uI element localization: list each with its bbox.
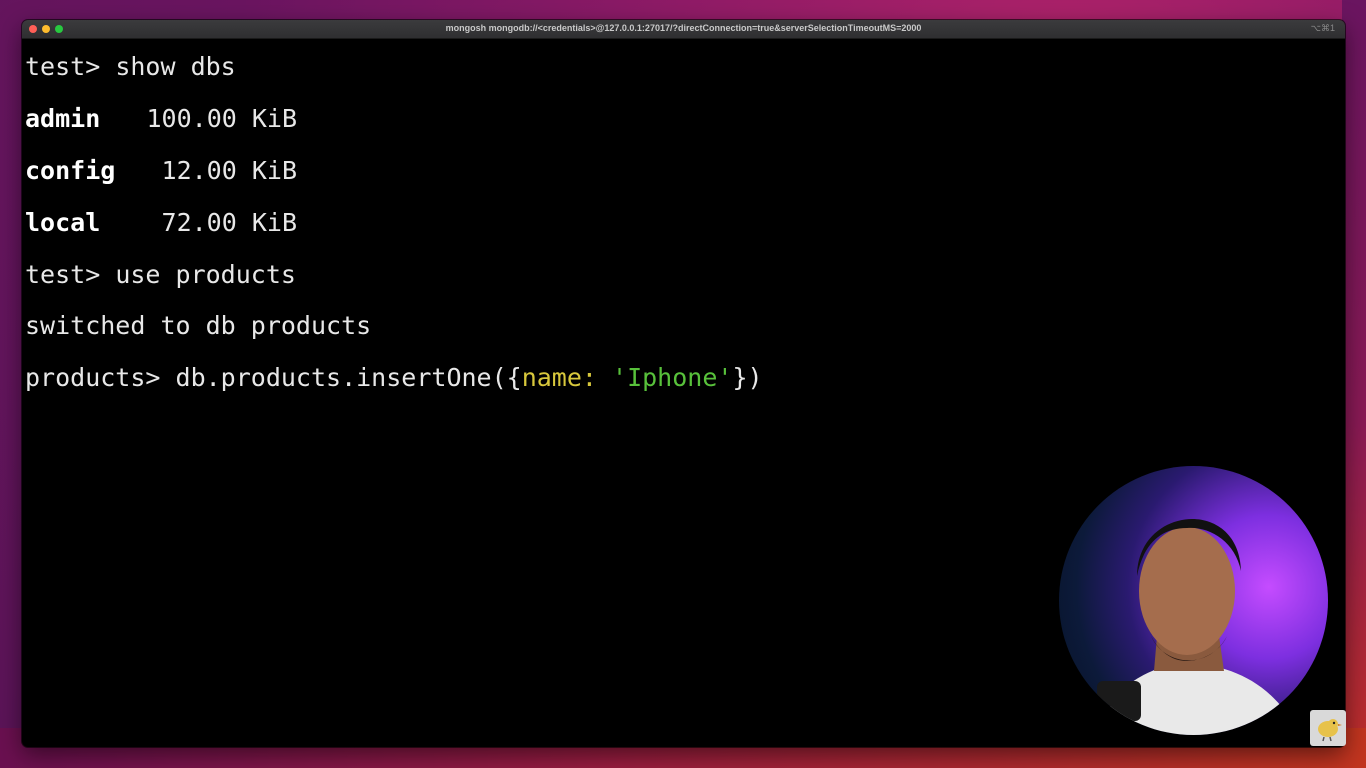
output-line: switched to db products [25,311,372,340]
db-name: config [25,156,116,185]
db-name: local [25,208,101,237]
desktop-right-edge [1342,0,1366,768]
db-row-admin: admin 100.00 KiB [25,104,297,134]
command-line: test> use products [25,260,296,290]
prompt: test> [25,52,116,81]
presenter-silhouette [1097,518,1299,735]
string-value: 'Iphone' [612,363,733,392]
db-size: 12.00 KiB [161,156,297,185]
prompt: test> [25,260,116,289]
db-name: admin [25,104,101,133]
title-bar[interactable]: mongosh mongodb://<credentials>@127.0.0.… [22,20,1345,39]
db-row-config: config 12.00 KiB [25,156,297,186]
window-title: mongosh mongodb://<credentials>@127.0.0.… [445,23,922,33]
current-input-line[interactable]: products> db.products.insertOne({name: '… [25,363,763,393]
command-line: test> show dbs [25,52,236,82]
command: show dbs [115,52,236,81]
command: use products [115,260,296,289]
bird-logo-icon [1310,710,1346,746]
window-shortcut: ⌥⌘1 [1310,23,1335,33]
db-row-local: local 72.00 KiB [25,208,297,238]
db-size: 100.00 KiB [146,104,297,133]
command-start: db.products.insertOne({ [175,363,522,392]
command-end: }) [732,363,763,392]
webcam-overlay [1059,466,1328,735]
db-size: 72.00 KiB [161,208,297,237]
object-key: name: [521,363,597,392]
prompt: products> [25,363,176,392]
